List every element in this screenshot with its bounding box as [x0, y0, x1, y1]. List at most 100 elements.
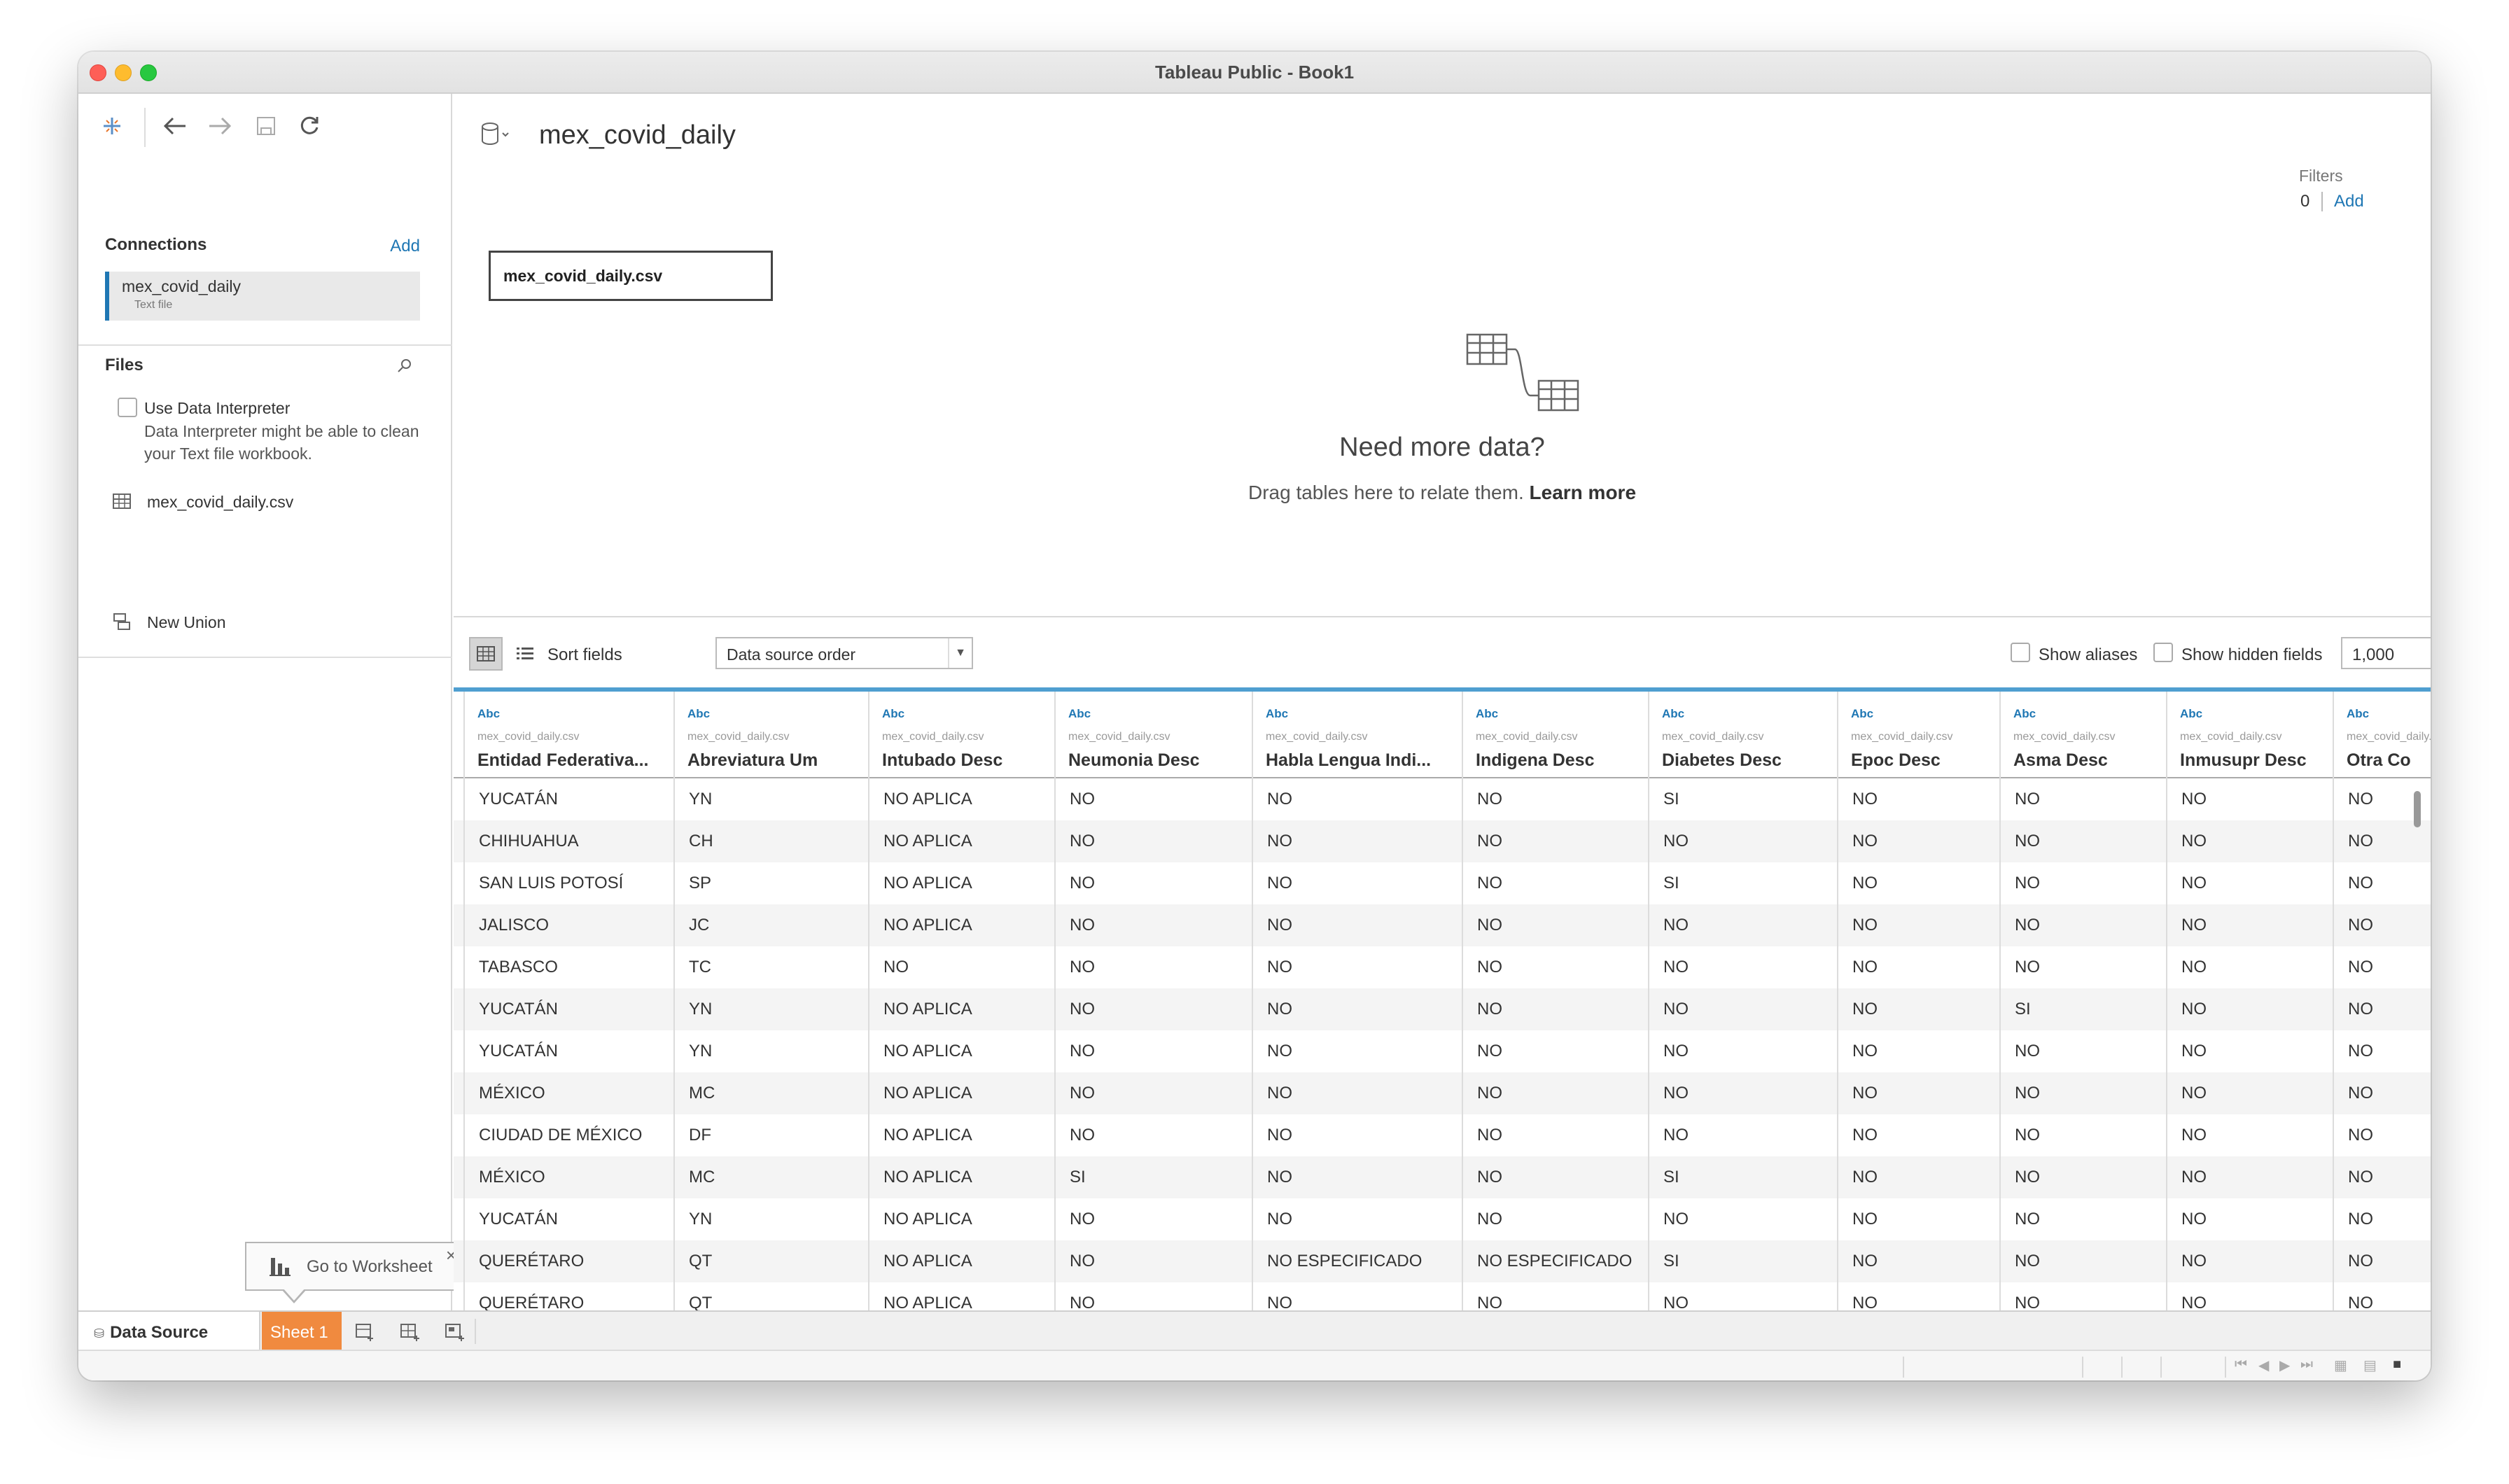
add-connection-link[interactable]: Add — [390, 237, 420, 256]
table-cell[interactable]: NO — [1837, 904, 1999, 946]
first-page-icon[interactable]: ⏮ — [2235, 1357, 2247, 1373]
table-cell[interactable]: NO — [1999, 1156, 2166, 1198]
table-cell[interactable]: NO — [1837, 820, 1999, 862]
tabs-view-icon[interactable]: ■ — [2393, 1357, 2401, 1373]
table-cell[interactable]: NO — [1837, 1072, 1999, 1114]
table-cell[interactable]: NO APLICA — [868, 778, 1054, 820]
table-cell[interactable]: YUCATÁN — [463, 988, 673, 1030]
table-cell[interactable]: NO — [2333, 1156, 2431, 1198]
table-cell[interactable]: CHIHUAHUA — [463, 820, 673, 862]
table-cell[interactable]: SI — [1648, 1156, 1837, 1198]
string-type-icon[interactable]: Abc — [1068, 707, 1091, 721]
table-cell[interactable]: NO — [2166, 862, 2333, 904]
table-cell[interactable]: NO — [1837, 988, 1999, 1030]
table-cell[interactable]: NO — [1252, 862, 1462, 904]
table-cell[interactable]: NO APLICA — [868, 1114, 1054, 1156]
string-type-icon[interactable]: Abc — [1266, 707, 1288, 721]
table-cell[interactable]: NO — [1837, 1282, 1999, 1310]
datasource-title[interactable]: mex_covid_daily — [539, 120, 736, 150]
string-type-icon[interactable]: Abc — [2013, 707, 2036, 721]
show-hidden-fields-checkbox[interactable] — [2153, 643, 2173, 662]
table-cell[interactable]: NO — [868, 946, 1054, 988]
table-cell[interactable]: YUCATÁN — [463, 1030, 673, 1072]
table-cell[interactable]: QUERÉTARO — [463, 1282, 673, 1310]
table-cell[interactable]: NO APLICA — [868, 820, 1054, 862]
refresh-icon[interactable] — [294, 111, 325, 141]
table-cell[interactable]: NO — [2166, 988, 2333, 1030]
table-cell[interactable]: NO — [2333, 1240, 2431, 1282]
table-cell[interactable]: NO — [2333, 1114, 2431, 1156]
column-header[interactable]: Abc mex_covid_daily.csv Intubado Desc — [868, 692, 1054, 778]
table-cell[interactable]: NO — [1054, 1072, 1252, 1114]
table-cell[interactable]: NO — [2166, 1240, 2333, 1282]
table-cell[interactable]: NO — [1648, 1114, 1837, 1156]
table-cell[interactable]: NO — [1054, 946, 1252, 988]
search-icon[interactable] — [389, 350, 420, 381]
connection-item[interactable]: mex_covid_daily Text file — [105, 272, 420, 321]
table-cell[interactable]: NO APLICA — [868, 904, 1054, 946]
table-cell[interactable]: NO — [1999, 1282, 2166, 1310]
table-cell[interactable]: MÉXICO — [463, 1072, 673, 1114]
table-cell[interactable]: NO — [2166, 1030, 2333, 1072]
column-name[interactable]: Indigena Desc — [1476, 750, 1595, 771]
go-to-worksheet-tooltip[interactable]: Go to Worksheet × — [245, 1242, 462, 1291]
table-cell[interactable]: NO — [2166, 1282, 2333, 1310]
table-cell[interactable]: NO — [1054, 1282, 1252, 1310]
string-type-icon[interactable]: Abc — [687, 707, 710, 721]
string-type-icon[interactable]: Abc — [1662, 707, 1684, 721]
table-cell[interactable]: NO — [1462, 778, 1648, 820]
table-cell[interactable]: YN — [673, 988, 868, 1030]
add-filter-link[interactable]: Add — [2334, 192, 2364, 211]
table-cell[interactable]: CH — [673, 820, 868, 862]
table-cell[interactable]: NO — [1837, 778, 1999, 820]
table-cell[interactable]: YN — [673, 1198, 868, 1240]
next-page-icon[interactable]: ▶ — [2279, 1357, 2290, 1374]
column-header[interactable]: Abc mex_covid_daily.csv Abreviatura Um — [673, 692, 868, 778]
table-cell[interactable]: NO — [1252, 1156, 1462, 1198]
last-page-icon[interactable]: ⏭ — [2300, 1357, 2313, 1373]
table-cell[interactable]: NO APLICA — [868, 1030, 1054, 1072]
column-header[interactable]: Abc mex_covid_daily.csv Entidad Federativa… — [463, 692, 673, 778]
table-cell[interactable]: NO — [1252, 1282, 1462, 1310]
table-cell[interactable]: NO — [1054, 820, 1252, 862]
column-name[interactable]: Asma Desc — [2013, 750, 2108, 771]
column-name[interactable]: Inmusupr Desc — [2180, 750, 2307, 771]
table-cell[interactable]: NO — [1837, 1114, 1999, 1156]
table-cell[interactable]: NO — [2166, 1114, 2333, 1156]
table-cell[interactable]: NO APLICA — [868, 862, 1054, 904]
column-name[interactable]: Entidad Federativa... — [477, 750, 649, 771]
table-cell[interactable]: NO — [1648, 904, 1837, 946]
table-cell[interactable]: NO — [1054, 904, 1252, 946]
show-aliases-checkbox[interactable] — [2011, 643, 2030, 662]
table-cell[interactable]: NO — [1648, 1282, 1837, 1310]
table-cell[interactable]: YN — [673, 778, 868, 820]
table-cell[interactable]: QT — [673, 1240, 868, 1282]
file-item[interactable]: mex_covid_daily.csv — [147, 493, 293, 512]
table-cell[interactable]: NO — [1648, 1072, 1837, 1114]
table-cell[interactable]: NO — [1252, 1030, 1462, 1072]
string-type-icon[interactable]: Abc — [2347, 707, 2369, 721]
table-cell[interactable]: SI — [1054, 1156, 1252, 1198]
table-cell[interactable]: NO — [1462, 988, 1648, 1030]
column-header[interactable]: Abc mex_covid_daily.csv Epoc Desc — [1837, 692, 1999, 778]
table-cell[interactable]: NO — [2333, 1282, 2431, 1310]
column-name[interactable]: Abreviatura Um — [687, 750, 818, 771]
table-cell[interactable]: NO — [1648, 1030, 1837, 1072]
table-cell[interactable]: NO APLICA — [868, 1156, 1054, 1198]
table-cell[interactable]: NO — [2166, 820, 2333, 862]
table-cell[interactable]: NO — [2333, 946, 2431, 988]
table-cell[interactable]: NO — [1462, 946, 1648, 988]
string-type-icon[interactable]: Abc — [477, 707, 500, 721]
table-cell[interactable]: NO — [1648, 946, 1837, 988]
string-type-icon[interactable]: Abc — [1476, 707, 1498, 721]
filmstrip-icon[interactable]: ▤ — [2363, 1357, 2377, 1374]
new-worksheet-icon[interactable] — [351, 1317, 379, 1345]
column-header[interactable]: Abc mex_covid_daily.csv Inmusupr Desc — [2166, 692, 2333, 778]
column-header[interactable]: Abc mex_covid_daily.csv Habla Lengua Indi.… — [1252, 692, 1462, 778]
tableau-logo-icon[interactable] — [97, 111, 127, 141]
table-cell[interactable]: NO — [1462, 1072, 1648, 1114]
new-union-item[interactable]: New Union — [147, 613, 226, 632]
forward-arrow-icon[interactable] — [204, 111, 235, 141]
table-cell[interactable]: SI — [1648, 778, 1837, 820]
table-cell[interactable]: NO — [1999, 1072, 2166, 1114]
